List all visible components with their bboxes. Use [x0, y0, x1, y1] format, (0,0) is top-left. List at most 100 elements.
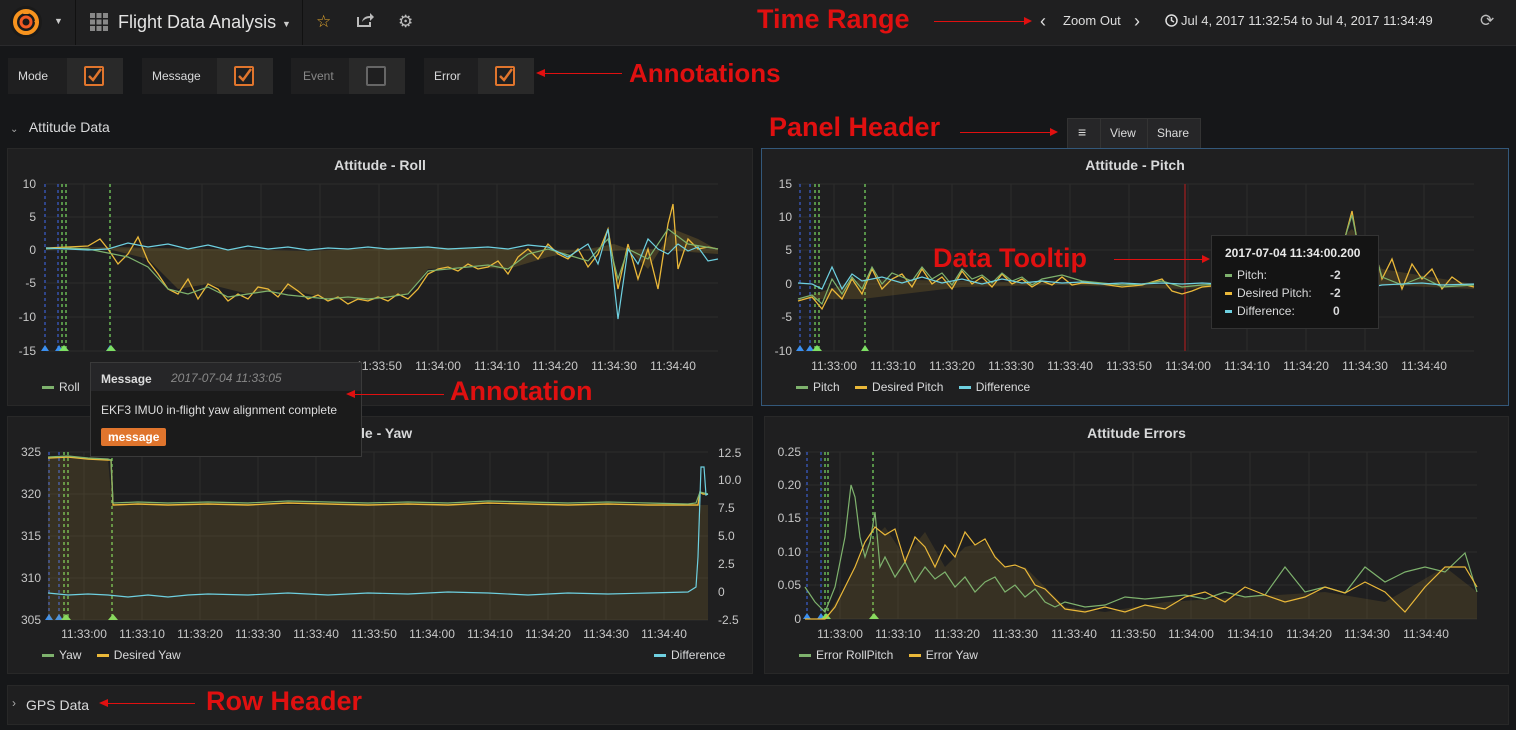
legend-label: Difference: [975, 380, 1031, 394]
annotation-toggle-mode[interactable]: Mode: [8, 58, 123, 94]
y-tick: -10: [19, 310, 37, 324]
gear-icon[interactable]: ⚙: [398, 12, 413, 32]
chevron-left-icon[interactable]: ‹: [1040, 11, 1046, 32]
x-tick: 11:33:30: [992, 627, 1038, 641]
x-tick: 11:33:30: [988, 359, 1034, 373]
panel-view-button[interactable]: View: [1110, 126, 1136, 140]
annotation-toggle-event[interactable]: Event: [291, 58, 405, 94]
y2-tick: 7.5: [718, 501, 735, 515]
callout-annotations: Annotations: [629, 58, 781, 88]
callout-arrowhead: [1050, 128, 1058, 136]
legend-item[interactable]: Pitch: [796, 380, 840, 394]
annotation-type: Message: [101, 372, 152, 386]
x-tick: 11:33:40: [1051, 627, 1097, 641]
y-tick: 0.25: [778, 445, 802, 459]
chevron-right-icon[interactable]: ›: [1134, 11, 1140, 32]
share-icon[interactable]: [356, 12, 374, 33]
x-tick: 11:33:20: [929, 359, 975, 373]
legend-item[interactable]: Desired Pitch: [855, 380, 943, 394]
star-icon[interactable]: ☆: [316, 12, 331, 32]
y-tick: 0: [785, 277, 792, 291]
x-tick: 11:34:10: [1224, 359, 1270, 373]
panel-menu-button[interactable]: ≡: [1068, 119, 1101, 149]
y2-tick: 2.5: [718, 557, 735, 571]
hamburger-icon: ≡: [1078, 124, 1087, 140]
annotation-tag[interactable]: message: [101, 428, 167, 446]
x-tick: 11:34:10: [467, 627, 513, 641]
x-tick: 11:33:50: [351, 627, 397, 641]
y2-tick: 12.5: [718, 446, 742, 460]
annotation-text: EKF3 IMU0 in-flight yaw alignment comple…: [101, 403, 338, 417]
y-tick: 320: [21, 487, 41, 501]
legend-swatch: [1225, 292, 1232, 296]
legend-item[interactable]: Difference: [958, 380, 1031, 394]
y-tick: 0: [29, 243, 36, 257]
x-tick: 11:34:10: [1227, 627, 1273, 641]
legend-item[interactable]: Error RollPitch: [799, 648, 893, 662]
legend-label: Yaw: [59, 648, 82, 662]
legend-item[interactable]: Difference: [654, 648, 725, 662]
divider: [1147, 119, 1148, 149]
annotation-checkbox[interactable]: [478, 58, 534, 94]
x-tick: 11:34:00: [1165, 359, 1211, 373]
dashboard-picker[interactable]: Flight Data Analysis ▼: [90, 0, 300, 45]
x-tick: 11:34:40: [1401, 359, 1447, 373]
x-tick: 11:33:40: [293, 627, 339, 641]
y-tick: -5: [25, 276, 36, 290]
annotation-toggle-message[interactable]: Message: [142, 58, 273, 94]
panel-share-button[interactable]: Share: [1157, 126, 1189, 140]
annotation-popup: Message 2017-07-04 11:33:05 EKF3 IMU0 in…: [90, 362, 362, 457]
annotation-checkbox[interactable]: [349, 58, 405, 94]
grafana-menu-button[interactable]: ▼: [0, 0, 76, 45]
legend-item[interactable]: Error Yaw: [908, 648, 978, 662]
legend-label: Pitch: [813, 380, 840, 394]
legend-item[interactable]: Roll: [42, 380, 80, 394]
y-tick: 10: [779, 210, 793, 224]
graph-errors[interactable]: 0.25 0.20 0.15 0.10 0.05 0 11:33:00 11:3…: [765, 417, 1508, 673]
y-tick: 0.05: [778, 578, 802, 592]
tooltip-value: 0: [1333, 304, 1340, 318]
legend-swatch: [796, 386, 808, 390]
annotation-checkbox[interactable]: [217, 58, 273, 94]
annotation-checkbox[interactable]: [67, 58, 123, 94]
callout-row-header: Row Header: [206, 686, 363, 716]
tooltip-label: Pitch:: [1237, 268, 1268, 282]
y-tick: 0.15: [778, 511, 802, 525]
y-tick: 0.20: [778, 478, 802, 492]
checkbox-checked-icon: [234, 66, 254, 86]
zoom-out-button[interactable]: Zoom Out: [1063, 13, 1121, 28]
annotation-toggle-error[interactable]: Error: [424, 58, 534, 94]
callout-data-tooltip: Data Tooltip: [933, 243, 1087, 273]
callout-panel-header: Panel Header: [769, 112, 941, 142]
legend-item[interactable]: Desired Yaw: [96, 648, 181, 662]
legend-label: Error RollPitch: [816, 648, 894, 662]
row-title: Attitude Data: [28, 119, 110, 135]
legend-label: Roll: [59, 380, 80, 394]
legend-swatch: [908, 654, 921, 658]
row-header-attitude[interactable]: ⌄ Attitude Data: [10, 119, 110, 137]
x-tick: 11:34:20: [1286, 627, 1332, 641]
graph-pitch[interactable]: 15 10 5 0 -5 -10 11:33:00 11:33:10 11:33…: [762, 149, 1508, 405]
refresh-icon[interactable]: ⟳: [1480, 11, 1494, 31]
legend-label: Error Yaw: [925, 648, 978, 662]
legend-item[interactable]: Yaw: [42, 648, 81, 662]
y-tick: 0.10: [778, 545, 802, 559]
y-tick: -5: [781, 310, 792, 324]
x-tick: 11:33:10: [875, 627, 921, 641]
y-tick: 325: [21, 445, 41, 459]
callout-arrow: [960, 132, 1052, 133]
callout-time-range: Time Range: [757, 4, 910, 34]
time-range-picker[interactable]: Jul 4, 2017 11:32:54 to Jul 4, 2017 11:3…: [1181, 13, 1433, 28]
y-tick: 305: [21, 613, 41, 627]
callout-arrow: [1114, 259, 1204, 260]
legend-label: Difference: [671, 648, 726, 662]
x-tick: 11:34:30: [1344, 627, 1390, 641]
callout-arrowhead: [1024, 17, 1032, 25]
legend: Pitch Desired Pitch Difference: [796, 380, 1030, 394]
x-tick: 11:33:00: [811, 359, 857, 373]
legend-swatch: [42, 386, 54, 390]
x-tick: 11:33:50: [1110, 627, 1156, 641]
x-tick: 11:33:20: [934, 627, 980, 641]
tooltip-value: -2: [1330, 286, 1341, 300]
annotation-toggle-label: Mode: [18, 69, 49, 83]
